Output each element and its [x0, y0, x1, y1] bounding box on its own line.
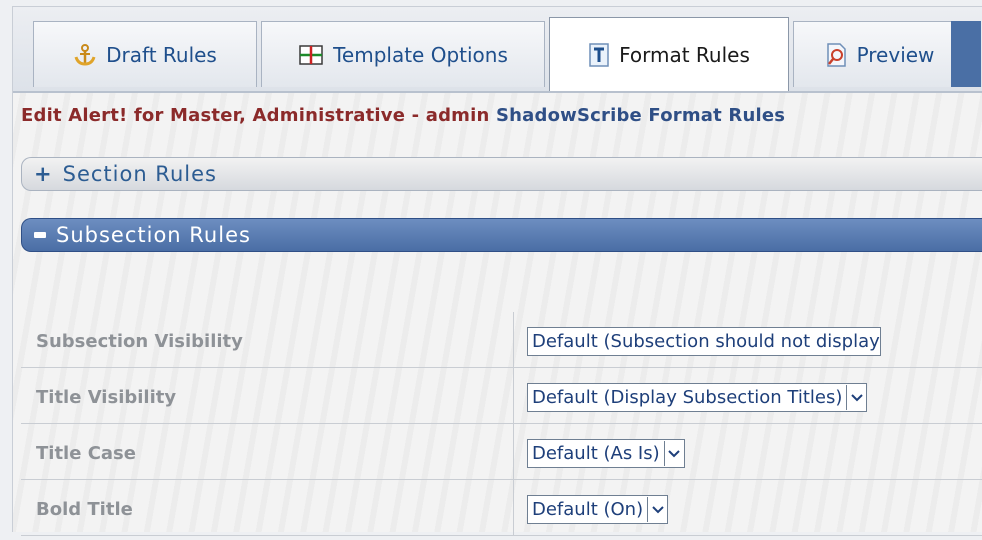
tab-underline — [13, 91, 982, 93]
rule-label: Title Case — [36, 443, 136, 464]
rule-row: Subsection Visibility Default (Subsectio… — [21, 312, 982, 368]
column-divider — [513, 424, 514, 479]
tab-preview[interactable]: Preview — [793, 21, 965, 87]
rule-row: Title Visibility Default (Display Subsec… — [21, 368, 982, 424]
tab-bar: Draft Rules Template Options Format Rule… — [13, 7, 982, 91]
bold-title-select[interactable]: Default (On) — [527, 495, 669, 524]
expand-icon: + — [34, 162, 53, 186]
anchor-icon — [73, 43, 97, 67]
subsection-rules-table: Subsection Visibility Default (Subsectio… — [21, 312, 982, 536]
title-case-select[interactable]: Default (As Is) — [527, 439, 685, 468]
chevron-down-icon[interactable] — [663, 441, 684, 466]
column-divider — [513, 368, 514, 423]
section-rules-panel[interactable]: + Section Rules — [21, 157, 982, 191]
column-divider — [513, 312, 514, 367]
tab-label: Draft Rules — [106, 42, 217, 67]
preview-magnifier-icon — [824, 42, 848, 68]
select-value: Default (Display Subsection Titles) — [532, 387, 843, 408]
subsection-visibility-select[interactable]: Default (Subsection should not display — [527, 327, 881, 356]
tab-template-options[interactable]: Template Options — [261, 21, 545, 87]
page-title-context: Edit Alert! for Master, Administrative -… — [21, 105, 490, 126]
rule-row: Title Case Default (As Is) — [21, 424, 982, 480]
tab-label: Template Options — [333, 42, 508, 67]
chevron-down-icon[interactable] — [846, 385, 867, 410]
select-value: Default (As Is) — [532, 443, 660, 464]
title-visibility-select[interactable]: Default (Display Subsection Titles) — [527, 383, 868, 412]
table-icon — [298, 43, 324, 67]
tab-draft-rules[interactable]: Draft Rules — [33, 21, 257, 87]
text-format-icon — [588, 42, 610, 68]
tab-label: Preview — [856, 42, 935, 67]
editor-frame: Draft Rules Template Options Format Rule… — [12, 6, 982, 536]
collapse-icon — [34, 232, 46, 238]
rule-label: Title Visibility — [36, 387, 177, 408]
rule-label: Bold Title — [36, 499, 133, 520]
chevron-down-icon[interactable] — [647, 497, 668, 522]
tab-label: Format Rules — [619, 42, 750, 67]
select-value: Default (On) — [532, 499, 644, 520]
page-title-name: ShadowScribe Format Rules — [495, 105, 786, 126]
panel-title: Section Rules — [62, 162, 217, 186]
tab-format-rules[interactable]: Format Rules — [549, 17, 789, 91]
rule-label: Subsection Visibility — [36, 331, 243, 352]
rule-row: Bold Title Default (On) — [21, 480, 982, 536]
tab-overflow-edge — [951, 21, 981, 87]
subsection-rules-panel[interactable]: Subsection Rules — [21, 218, 982, 252]
page-title: Edit Alert! for Master, Administrative -… — [21, 105, 785, 126]
select-value: Default (Subsection should not display — [532, 331, 880, 352]
panel-title: Subsection Rules — [56, 223, 251, 247]
column-divider — [513, 480, 514, 535]
